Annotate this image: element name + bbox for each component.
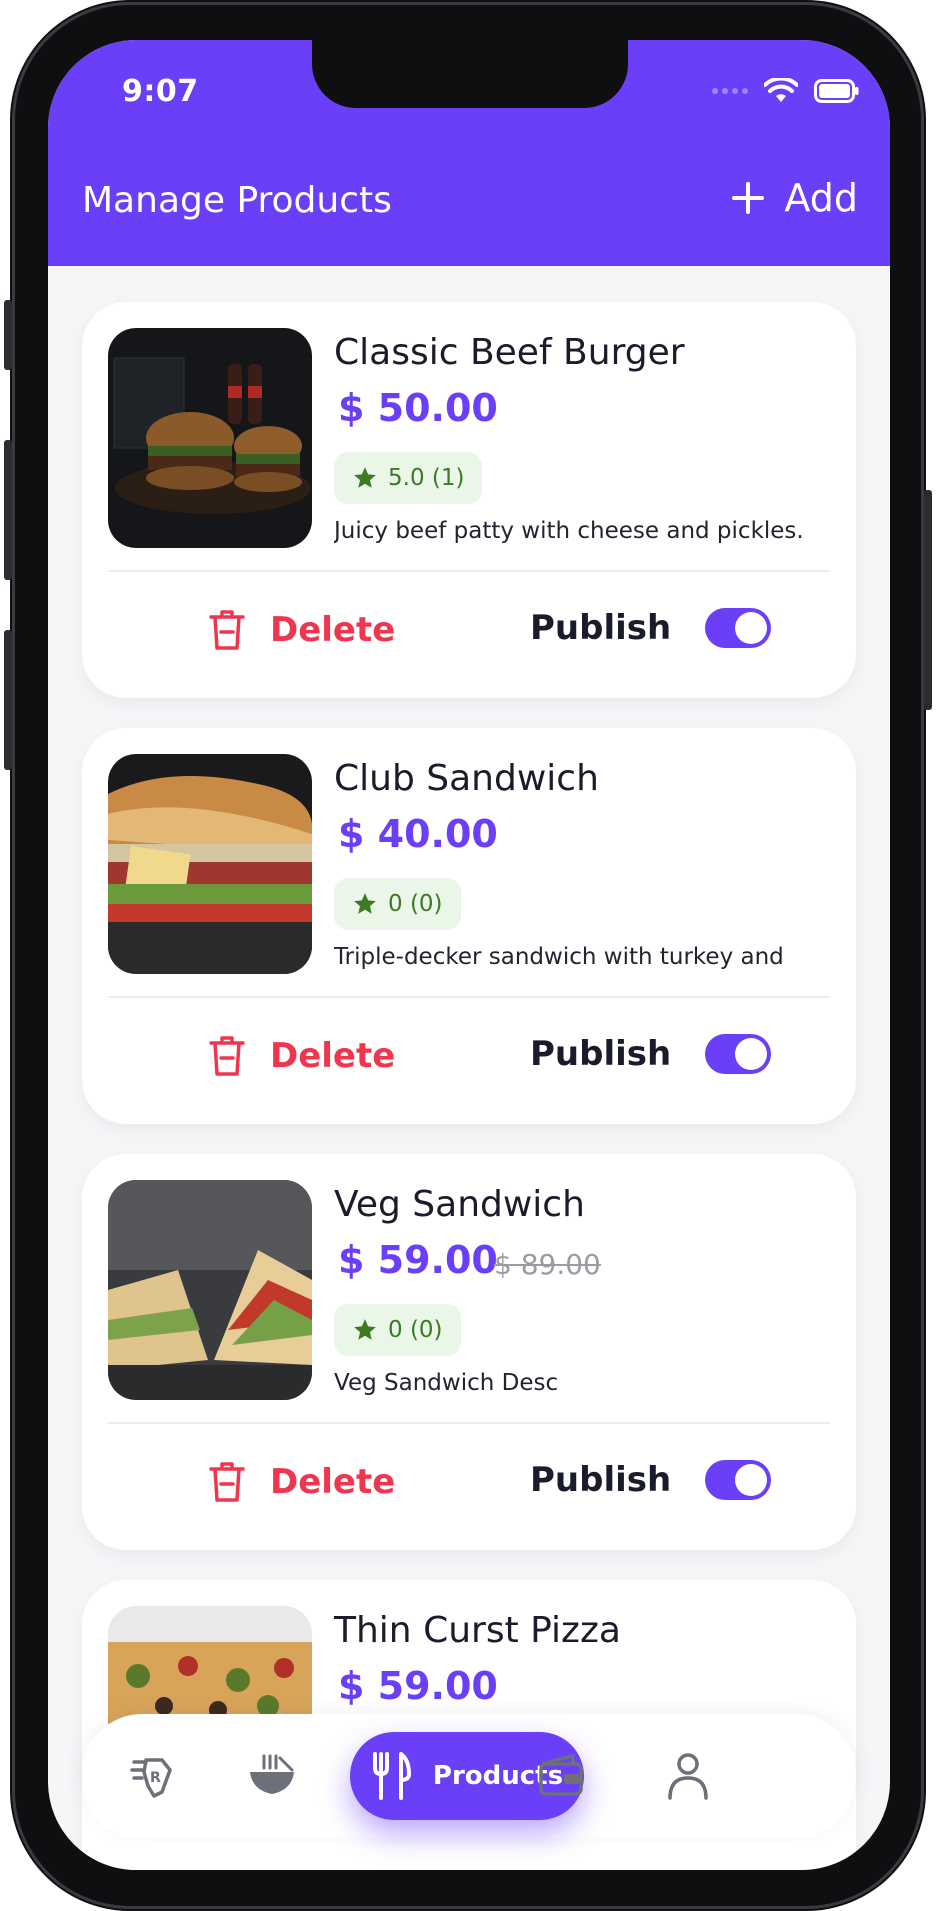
- notch: [312, 40, 628, 108]
- rating-value: 5.0 (1): [388, 465, 465, 491]
- rating-badge: 0 (0): [334, 878, 461, 930]
- side-button: [924, 490, 932, 710]
- food-bowl-icon: [250, 1754, 294, 1794]
- status-time: 9:07: [122, 74, 199, 109]
- publish-control: Publish: [530, 1460, 772, 1500]
- product-description: Veg Sandwich Desc: [334, 1370, 559, 1396]
- product-name: Veg Sandwich: [334, 1184, 585, 1225]
- add-product-button[interactable]: Add: [732, 176, 858, 220]
- publish-control: Publish: [530, 1034, 772, 1074]
- side-button: [4, 440, 12, 580]
- plus-icon: [732, 182, 765, 214]
- nav-item-wallet[interactable]: [538, 1752, 584, 1802]
- product-image: [108, 328, 312, 548]
- product-price: $ 40.00: [338, 812, 498, 856]
- nav-item-profile[interactable]: [666, 1752, 710, 1804]
- product-description: Juicy beef patty with cheese and pickles…: [334, 518, 804, 544]
- delete-button[interactable]: Delete: [208, 608, 395, 652]
- cellular-signal-icon: [712, 88, 748, 94]
- rating-badge: 0 (0): [334, 1304, 461, 1356]
- delete-button[interactable]: Delete: [208, 1460, 395, 1504]
- bottom-navigation: R Products: [82, 1714, 856, 1838]
- trash-icon: [209, 610, 245, 650]
- app-screen: 9:07 Manage Products Add Classic Beef Bu…: [48, 40, 890, 1870]
- product-price: $ 59.00: [338, 1238, 498, 1282]
- product-image: [108, 1180, 312, 1400]
- rating-badge: 5.0 (1): [334, 452, 483, 504]
- toggle-knob: [735, 612, 768, 644]
- trash-icon: [209, 1036, 245, 1076]
- publish-toggle[interactable]: [705, 1460, 772, 1500]
- divider: [108, 1422, 830, 1424]
- product-description: Triple-decker sandwich with turkey and: [334, 944, 784, 970]
- side-button: [4, 630, 12, 770]
- rating-value: 0 (0): [388, 1317, 443, 1343]
- product-name: Classic Beef Burger: [334, 332, 685, 373]
- publish-label: Publish: [530, 1034, 672, 1074]
- page-title: Manage Products: [82, 180, 392, 221]
- star-icon: [354, 467, 376, 488]
- nav-item-food[interactable]: [248, 1752, 296, 1804]
- add-label: Add: [784, 176, 858, 220]
- club-sandwich-photo: [108, 754, 312, 974]
- product-price: $ 59.00: [338, 1664, 498, 1708]
- toggle-knob: [735, 1464, 768, 1496]
- original-price: $ 89.00: [494, 1248, 601, 1281]
- side-button: [4, 300, 12, 370]
- restaurant-badge-icon: R: [130, 1758, 172, 1798]
- profile-icon: [668, 1753, 708, 1800]
- product-card[interactable]: Classic Beef Burger $ 50.00 5.0 (1) Juic…: [82, 302, 856, 698]
- product-name: Club Sandwich: [334, 758, 599, 799]
- divider: [108, 570, 830, 572]
- fork-knife-icon: [372, 1752, 411, 1800]
- app-header: 9:07 Manage Products Add: [48, 40, 890, 266]
- wallet-icon: [539, 1754, 583, 1796]
- rating-value: 0 (0): [388, 891, 443, 917]
- burger-photo: [108, 328, 312, 548]
- publish-label: Publish: [530, 608, 672, 648]
- publish-control: Publish: [530, 608, 772, 648]
- veg-sandwich-photo: [108, 1180, 312, 1400]
- publish-toggle[interactable]: [705, 608, 772, 648]
- star-icon: [354, 893, 376, 914]
- delete-label: Delete: [270, 1036, 396, 1076]
- publish-label: Publish: [530, 1460, 672, 1500]
- nav-item-restaurant[interactable]: R: [128, 1752, 176, 1804]
- product-card[interactable]: Club Sandwich $ 40.00 0 (0) Triple-decke…: [82, 728, 856, 1124]
- toggle-knob: [735, 1038, 768, 1070]
- product-card[interactable]: Veg Sandwich $ 59.00 $ 89.00 0 (0) Veg S…: [82, 1154, 856, 1550]
- delete-label: Delete: [270, 610, 396, 650]
- battery-icon: [814, 79, 859, 103]
- svg-text:R: R: [150, 1770, 161, 1786]
- product-image: [108, 754, 312, 974]
- delete-label: Delete: [270, 1462, 396, 1502]
- wifi-icon: [764, 78, 798, 102]
- trash-icon: [209, 1462, 245, 1502]
- publish-toggle[interactable]: [705, 1034, 772, 1074]
- divider: [108, 996, 830, 998]
- product-price: $ 50.00: [338, 386, 498, 430]
- delete-button[interactable]: Delete: [208, 1034, 395, 1078]
- star-icon: [354, 1319, 376, 1340]
- product-name: Thin Curst Pizza: [334, 1610, 621, 1651]
- status-icons: [712, 78, 860, 104]
